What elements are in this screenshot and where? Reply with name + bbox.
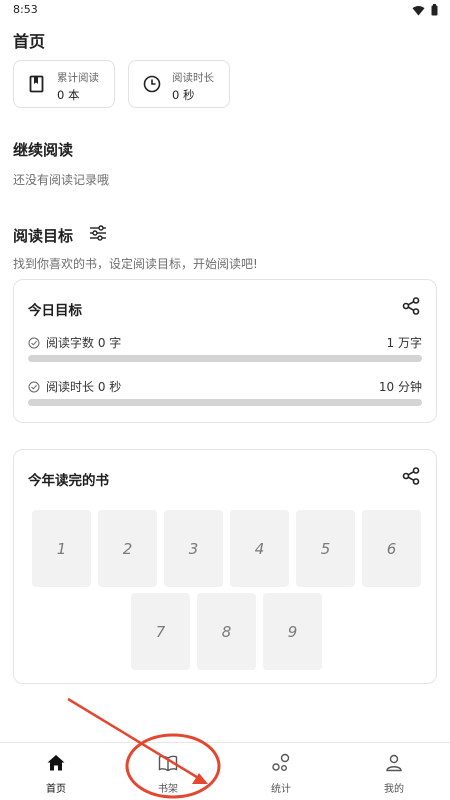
reading-goal-title: 阅读目标 — [13, 227, 74, 245]
nav-label: 书架 — [158, 784, 178, 795]
continue-reading-empty: 还没有阅读记录哦 — [13, 173, 110, 187]
check-circle-icon — [28, 381, 40, 392]
reading-goal-subtitle: 找到你喜欢的书，设定阅读目标，开始阅读吧! — [13, 257, 258, 271]
stat-value: 0 本 — [57, 88, 80, 102]
battery-icon — [431, 4, 438, 16]
clock-icon — [143, 75, 161, 93]
book-slot[interactable]: 5 — [296, 510, 355, 587]
book-slot[interactable]: 2 — [98, 510, 157, 587]
book-icon — [29, 75, 44, 93]
total-read-card[interactable]: 累计阅读 0 本 — [13, 60, 115, 108]
book-slot[interactable]: 1 — [32, 510, 91, 587]
reading-time-card[interactable]: 阅读时长 0 秒 — [128, 60, 230, 108]
status-icons — [412, 4, 438, 16]
book-slot[interactable]: 7 — [131, 593, 190, 670]
stat-label: 累计阅读 — [57, 72, 99, 84]
status-time: 8:53 — [13, 3, 38, 16]
status-bar: 8:53 — [0, 0, 450, 22]
wifi-icon — [412, 5, 425, 15]
continue-reading-title: 继续阅读 — [13, 141, 74, 159]
open-book-icon — [158, 755, 178, 772]
share-icon[interactable] — [402, 297, 420, 315]
page-title: 首页 — [13, 32, 46, 51]
bottom-nav: 首页 书架 统计 我的 — [0, 742, 450, 800]
finished-books-title: 今年读完的书 — [28, 473, 109, 489]
sliders-icon[interactable] — [89, 225, 107, 241]
nav-label: 首页 — [46, 784, 66, 795]
nav-label: 统计 — [271, 784, 291, 795]
book-slot[interactable]: 9 — [263, 593, 322, 670]
today-goal-title: 今日目标 — [28, 303, 82, 319]
book-slot[interactable]: 6 — [362, 510, 421, 587]
book-slot[interactable]: 4 — [230, 510, 289, 587]
nav-item-stats[interactable]: 统计 — [225, 743, 337, 800]
goal-label: 阅读时长 0 秒 — [46, 380, 122, 394]
nav-item-home[interactable]: 首页 — [0, 743, 112, 800]
check-circle-icon — [28, 337, 40, 348]
today-goal-card: 今日目标 阅读字数 0 字 1 万字 阅读时长 0 秒 10 分钟 — [13, 279, 437, 423]
home-icon — [47, 755, 65, 771]
nav-item-bookshelf[interactable]: 书架 — [112, 743, 224, 800]
goal-progress-bar — [28, 355, 422, 362]
nav-label: 我的 — [384, 784, 404, 795]
book-slot[interactable]: 3 — [164, 510, 223, 587]
user-icon — [386, 754, 402, 772]
nav-item-profile[interactable]: 我的 — [338, 743, 450, 800]
book-slot[interactable]: 8 — [197, 593, 256, 670]
share-icon[interactable] — [402, 467, 420, 485]
stat-label: 阅读时长 — [172, 72, 214, 84]
stat-value: 0 秒 — [172, 88, 195, 102]
goal-progress-bar — [28, 399, 422, 406]
goal-target: 1 万字 — [386, 336, 422, 350]
finished-books-card: 今年读完的书 1 2 3 4 5 6 7 8 9 — [13, 449, 437, 684]
goal-target: 10 分钟 — [378, 380, 422, 394]
stats-icon — [272, 753, 290, 771]
goal-label: 阅读字数 0 字 — [46, 336, 122, 350]
